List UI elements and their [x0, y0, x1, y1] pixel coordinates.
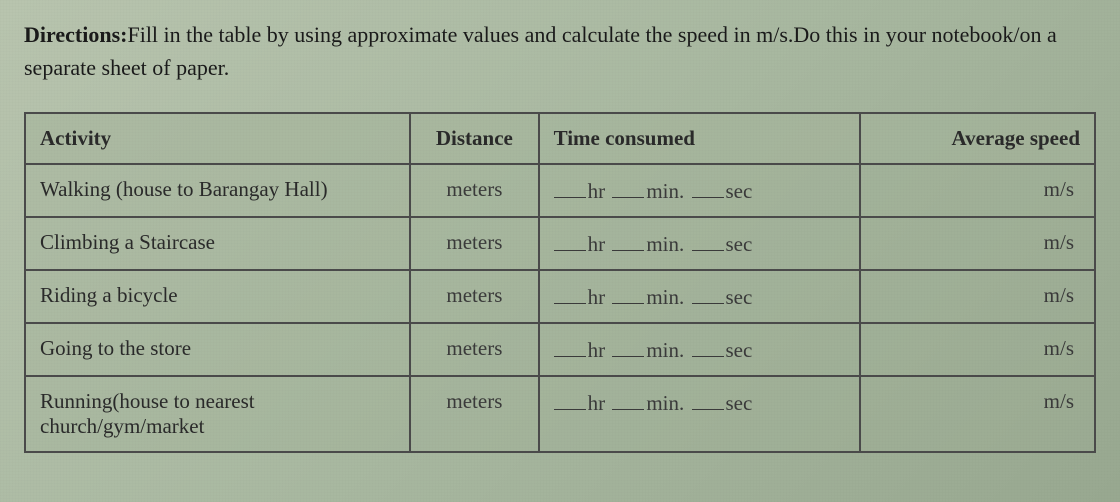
- header-activity: Activity: [25, 113, 410, 164]
- unit-hr: hr: [588, 338, 606, 362]
- blank-sec: [692, 177, 724, 198]
- directions-label: Directions:: [24, 22, 127, 47]
- table-row: Riding a bicycle meters hr min. sec m/s: [25, 270, 1095, 323]
- unit-min: min.: [646, 179, 684, 203]
- blank-min: [612, 336, 644, 357]
- speed-cell: m/s: [860, 217, 1095, 270]
- blank-min: [612, 230, 644, 251]
- unit-min: min.: [646, 285, 684, 309]
- header-time: Time consumed: [539, 113, 860, 164]
- speed-cell: m/s: [860, 270, 1095, 323]
- table-row: Climbing a Staircase meters hr min. sec …: [25, 217, 1095, 270]
- unit-sec: sec: [726, 232, 753, 256]
- speed-cell: m/s: [860, 376, 1095, 452]
- blank-min: [612, 177, 644, 198]
- distance-cell: meters: [410, 164, 538, 217]
- blank-sec: [692, 389, 724, 410]
- unit-sec: sec: [726, 338, 753, 362]
- time-cell: hr min. sec: [539, 270, 860, 323]
- blank-min: [612, 389, 644, 410]
- unit-hr: hr: [588, 285, 606, 309]
- blank-hr: [554, 336, 586, 357]
- activity-cell: Going to the store: [25, 323, 410, 376]
- activity-cell: Running(house to nearest church/gym/mark…: [25, 376, 410, 452]
- blank-hr: [554, 230, 586, 251]
- header-speed: Average speed: [860, 113, 1095, 164]
- directions-text: Directions:Fill in the table by using ap…: [24, 18, 1096, 84]
- time-cell: hr min. sec: [539, 217, 860, 270]
- speed-cell: m/s: [860, 164, 1095, 217]
- unit-hr: hr: [588, 179, 606, 203]
- unit-sec: sec: [726, 391, 753, 415]
- blank-min: [612, 283, 644, 304]
- blank-sec: [692, 283, 724, 304]
- activity-table: Activity Distance Time consumed Average …: [24, 112, 1096, 453]
- directions-body: Fill in the table by using approximate v…: [24, 22, 1057, 80]
- unit-min: min.: [646, 338, 684, 362]
- distance-cell: meters: [410, 217, 538, 270]
- blank-hr: [554, 283, 586, 304]
- activity-cell: Riding a bicycle: [25, 270, 410, 323]
- unit-min: min.: [646, 232, 684, 256]
- blank-hr: [554, 389, 586, 410]
- distance-cell: meters: [410, 376, 538, 452]
- activity-cell: Walking (house to Barangay Hall): [25, 164, 410, 217]
- blank-sec: [692, 230, 724, 251]
- blank-hr: [554, 177, 586, 198]
- blank-sec: [692, 336, 724, 357]
- time-cell: hr min. sec: [539, 323, 860, 376]
- table-row: Running(house to nearest church/gym/mark…: [25, 376, 1095, 452]
- time-cell: hr min. sec: [539, 376, 860, 452]
- distance-cell: meters: [410, 270, 538, 323]
- table-body: Walking (house to Barangay Hall) meters …: [25, 164, 1095, 452]
- unit-hr: hr: [588, 391, 606, 415]
- table-row: Walking (house to Barangay Hall) meters …: [25, 164, 1095, 217]
- unit-sec: sec: [726, 179, 753, 203]
- table-header-row: Activity Distance Time consumed Average …: [25, 113, 1095, 164]
- header-distance: Distance: [410, 113, 538, 164]
- distance-cell: meters: [410, 323, 538, 376]
- unit-min: min.: [646, 391, 684, 415]
- activity-cell: Climbing a Staircase: [25, 217, 410, 270]
- table-row: Going to the store meters hr min. sec m/…: [25, 323, 1095, 376]
- unit-sec: sec: [726, 285, 753, 309]
- time-cell: hr min. sec: [539, 164, 860, 217]
- speed-cell: m/s: [860, 323, 1095, 376]
- unit-hr: hr: [588, 232, 606, 256]
